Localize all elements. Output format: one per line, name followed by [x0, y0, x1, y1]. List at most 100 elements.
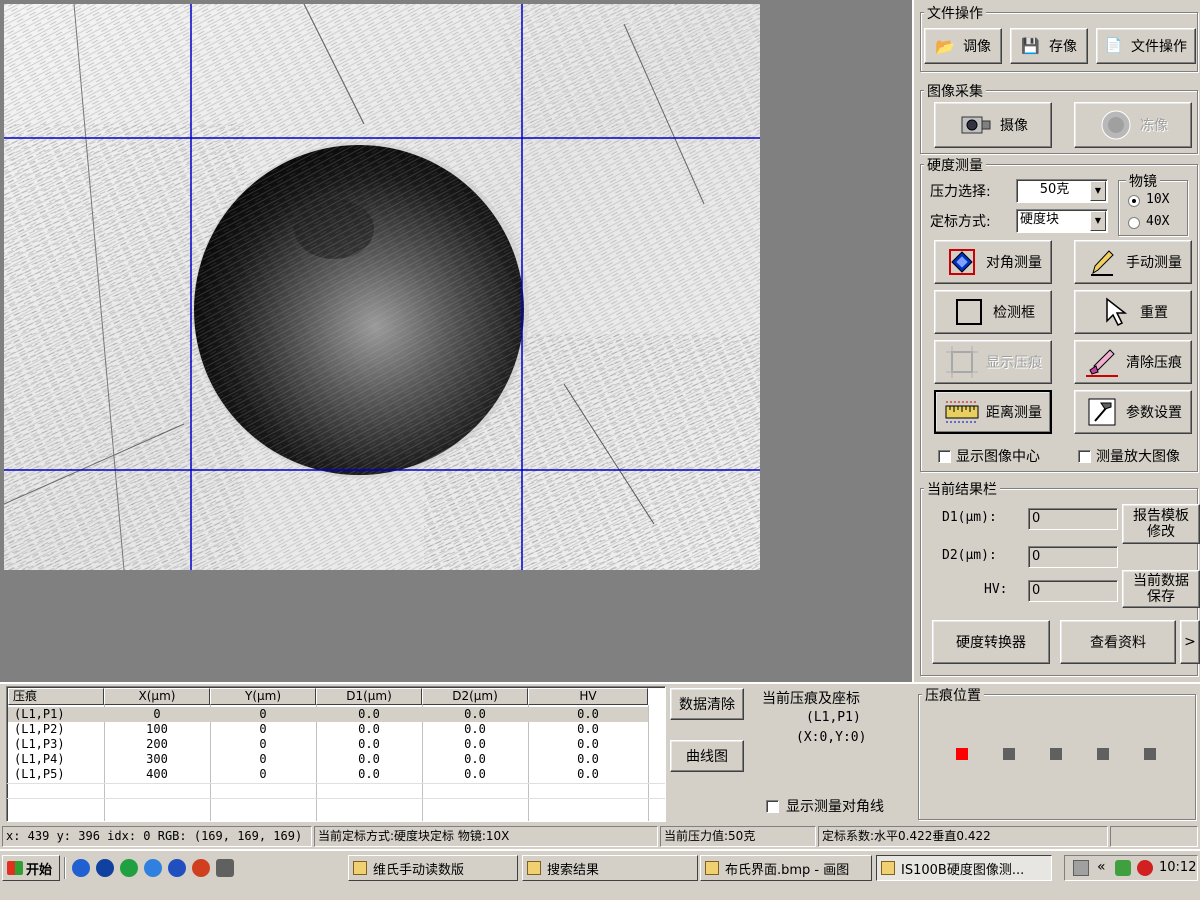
table-cell[interactable]: (L1,P2) — [8, 722, 104, 737]
file-ops-button[interactable]: 📄 文件操作 — [1096, 28, 1196, 64]
table-cell[interactable]: (L1,P5) — [8, 767, 104, 782]
force-value: 50克 — [1039, 182, 1070, 197]
position-marker[interactable] — [1097, 748, 1109, 760]
header-y[interactable]: Y(μm) — [210, 688, 316, 705]
media-player-icon[interactable] — [96, 859, 114, 877]
table-cell[interactable]: 0 — [210, 767, 316, 782]
eye-icon[interactable] — [216, 859, 234, 877]
position-marker[interactable] — [956, 748, 968, 760]
table-cell[interactable]: 0.0 — [422, 707, 528, 722]
hardness-converter-button[interactable]: 硬度转换器 — [932, 620, 1050, 664]
show-indent-button[interactable]: 显示压痕 — [934, 340, 1052, 384]
show-center-checkbox[interactable] — [938, 450, 951, 463]
table-cell[interactable]: 0.0 — [316, 752, 422, 767]
clear-data-button[interactable]: 数据清除 — [670, 688, 744, 720]
messenger-icon[interactable] — [120, 859, 138, 877]
param-settings-label: 参数设置 — [1126, 405, 1182, 421]
microscope-image[interactable] — [4, 4, 760, 570]
table-cell[interactable]: 0.0 — [528, 752, 648, 767]
param-settings-button[interactable]: 参数设置 — [1074, 390, 1192, 434]
taskbar-item[interactable]: IS100B硬度图像测... — [876, 855, 1052, 881]
table-cell[interactable]: (L1,P3) — [8, 737, 104, 752]
msn-icon[interactable] — [168, 859, 186, 877]
position-marker[interactable] — [1050, 748, 1062, 760]
table-cell[interactable]: 0.0 — [528, 737, 648, 752]
table-cell[interactable]: 0.0 — [316, 722, 422, 737]
table-cell[interactable]: 0 — [210, 752, 316, 767]
report-template-button[interactable]: 报告模板 修改 — [1122, 504, 1200, 544]
freeze-button[interactable]: 冻像 — [1074, 102, 1192, 148]
status-coef: 定标系数:水平0.422垂直0.422 — [818, 826, 1108, 847]
table-cell[interactable]: 200 — [104, 737, 210, 752]
table-cell[interactable]: 0 — [210, 722, 316, 737]
quick-launch — [72, 859, 234, 877]
network-icon[interactable] — [1115, 860, 1131, 876]
reset-button[interactable]: 重置 — [1074, 290, 1192, 334]
save-data-button[interactable]: 当前数据 保存 — [1122, 570, 1200, 608]
show-diagonal-checkbox[interactable] — [766, 800, 779, 813]
header-d1[interactable]: D1(μm) — [316, 688, 422, 705]
image-viewport[interactable] — [0, 0, 912, 682]
more-button[interactable]: > — [1180, 620, 1200, 664]
table-cell[interactable]: 0 — [210, 737, 316, 752]
header-x[interactable]: X(μm) — [104, 688, 210, 705]
position-marker[interactable] — [1003, 748, 1015, 760]
table-cell[interactable]: 0.0 — [316, 707, 422, 722]
load-image-button[interactable]: 📂 调像 — [924, 28, 1002, 64]
d1-field[interactable]: 0 — [1028, 508, 1118, 530]
position-marker[interactable] — [1144, 748, 1156, 760]
diagonal-measure-button[interactable]: 对角测量 — [934, 240, 1052, 284]
table-cell[interactable]: 0.0 — [422, 752, 528, 767]
measurement-table[interactable]: 压痕 X(μm) Y(μm) D1(μm) D2(μm) HV (L1,P1) 0… — [6, 686, 666, 822]
app-icon[interactable] — [192, 859, 210, 877]
keyboard-icon[interactable] — [1073, 860, 1089, 876]
clear-indent-button[interactable]: 清除压痕 — [1074, 340, 1192, 384]
zoom-image-checkbox[interactable] — [1078, 450, 1091, 463]
table-cell[interactable]: 400 — [104, 767, 210, 782]
table-cell[interactable]: 0.0 — [528, 722, 648, 737]
table-cell[interactable]: 0.0 — [422, 722, 528, 737]
header-hv[interactable]: HV — [528, 688, 648, 705]
distance-measure-button[interactable]: 距离测量 — [934, 390, 1052, 434]
camera-button[interactable]: 摄像 — [934, 102, 1052, 148]
antivirus-icon[interactable] — [1137, 860, 1153, 876]
table-cell[interactable]: 0.0 — [422, 737, 528, 752]
table-cell[interactable]: 0.0 — [528, 767, 648, 782]
curve-chart-button[interactable]: 曲线图 — [670, 740, 744, 772]
calib-dropdown-icon[interactable]: ▼ — [1090, 211, 1106, 231]
taskbar-item-label: 布氏界面.bmp - 画图 — [725, 862, 850, 878]
force-select[interactable]: 50克 ▼ — [1016, 179, 1108, 203]
d2-field[interactable]: 0 — [1028, 546, 1118, 568]
calib-select[interactable]: 硬度块 ▼ — [1016, 209, 1108, 233]
table-cell[interactable]: 0.0 — [528, 707, 648, 722]
table-cell[interactable]: 0 — [104, 707, 210, 722]
table-cell[interactable]: (L1,P4) — [8, 752, 104, 767]
table-cell[interactable]: 100 — [104, 722, 210, 737]
objective-40x-radio[interactable] — [1128, 217, 1140, 229]
manual-measure-button[interactable]: 手动测量 — [1074, 240, 1192, 284]
ie-icon[interactable] — [72, 859, 90, 877]
taskbar-item[interactable]: 布氏界面.bmp - 画图 — [700, 855, 872, 881]
tray-expand-icon[interactable]: « — [1097, 859, 1106, 875]
file-ops-title: 文件操作 — [924, 3, 986, 23]
view-docs-button[interactable]: 查看资料 — [1060, 620, 1176, 664]
start-button[interactable]: 开始 — [2, 855, 60, 881]
force-dropdown-icon[interactable]: ▼ — [1090, 181, 1106, 201]
save-data-line2: 保存 — [1147, 589, 1175, 605]
objective-10x-radio[interactable] — [1128, 195, 1140, 207]
taskbar-item[interactable]: 搜索结果 — [522, 855, 698, 881]
hv-field[interactable]: 0 — [1028, 580, 1118, 602]
table-cell[interactable]: (L1,P1) — [8, 707, 104, 722]
table-cell[interactable]: 300 — [104, 752, 210, 767]
detect-box-button[interactable]: 检测框 — [934, 290, 1052, 334]
save-image-button[interactable]: 💾 存像 — [1010, 28, 1088, 64]
table-cell[interactable]: 0 — [210, 707, 316, 722]
taskbar-item[interactable]: 维氏手动读数版 — [348, 855, 518, 881]
header-d2[interactable]: D2(μm) — [422, 688, 528, 705]
table-cell[interactable]: 0.0 — [316, 767, 422, 782]
table-cell[interactable]: 0.0 — [316, 737, 422, 752]
windows-logo-icon — [7, 861, 23, 875]
header-indent[interactable]: 压痕 — [8, 688, 104, 705]
table-cell[interactable]: 0.0 — [422, 767, 528, 782]
browser-icon[interactable] — [144, 859, 162, 877]
